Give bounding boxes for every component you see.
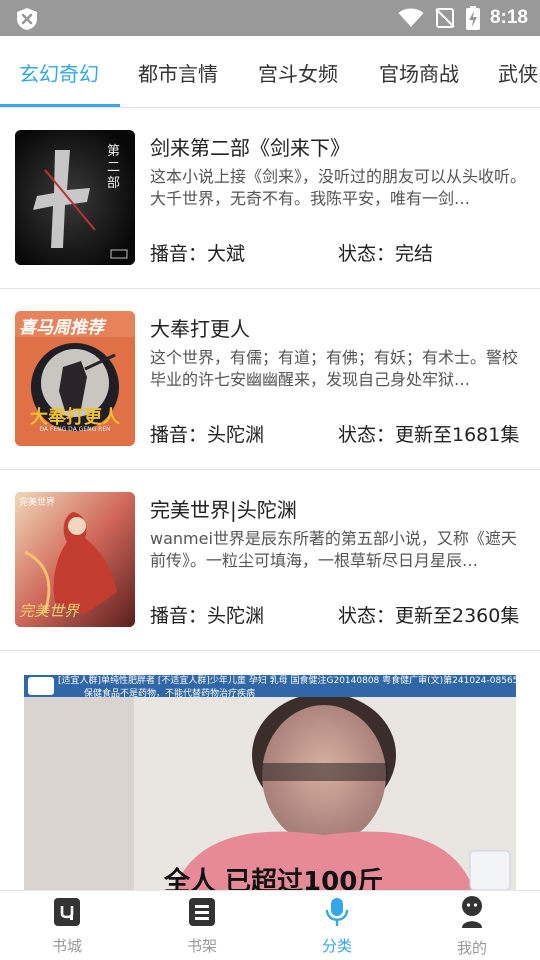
book-title: 大奉打更人 xyxy=(150,317,250,341)
microphone-icon xyxy=(325,898,349,926)
clock: 8:18 xyxy=(489,7,528,28)
bookstore-icon xyxy=(54,898,80,926)
ad-logo-icon xyxy=(28,677,54,695)
narrator-label: 播音：头陀渊 xyxy=(150,424,265,446)
nav-label: 分类 xyxy=(321,937,352,955)
book-item[interactable]: 第二部 剑来 剑来第二部《剑来下》 这本小说上接《剑来》，没听过的朋友可以从头收… xyxy=(0,108,540,289)
nav-profile[interactable]: 我的 xyxy=(412,891,532,960)
nav-label: 书架 xyxy=(186,937,217,955)
tab-xuanhuan[interactable]: 玄幻奇幻 xyxy=(19,58,99,87)
book-item[interactable]: 完美世界 完美世界 完美世界|头陀渊 wanmei世界是辰东所著的第五部小说，又… xyxy=(0,470,540,651)
no-sim-icon xyxy=(435,8,455,28)
status-label: 状态：更新至2360集 xyxy=(338,605,520,627)
book-description: 这个世界，有儒；有道；有佛；有妖；有术士。警校毕业的许七安幽幽醒来，发现自己身处… xyxy=(150,348,519,389)
book-cover: 第二部 剑来 xyxy=(15,130,135,265)
shield-close-icon xyxy=(17,8,37,30)
book-title: 完美世界|头陀渊 xyxy=(150,498,297,522)
narrator-label: 播音：大斌 xyxy=(150,243,246,265)
ad-banner[interactable]: [适宜人群]单纯性肥胖者 [不适宜人群]少年儿童 孕妇 乳母 国食健注G2014… xyxy=(24,675,516,890)
narrator-label: 播音：头陀渊 xyxy=(150,605,265,627)
ad-image xyxy=(24,675,516,890)
cover-title: 完美世界 xyxy=(19,602,80,620)
tab-gongdou[interactable]: 宫斗女频 xyxy=(258,58,338,87)
profile-icon xyxy=(462,896,482,928)
book-description: wanmei世界是辰东所著的第五部小说，又称《遮天前传》。一粒尘可填海，一根草斩… xyxy=(150,529,517,570)
category-tabs: 玄幻奇幻 都市言情 宫斗女频 官场商战 武侠 xyxy=(0,36,540,108)
battery-charging-icon xyxy=(465,6,480,30)
tab-wuxia[interactable]: 武侠 xyxy=(498,58,538,87)
book-cover: 完美世界 完美世界 xyxy=(15,492,135,627)
status-bar: 8:18 xyxy=(0,0,540,36)
wifi-icon xyxy=(398,8,424,27)
status-label: 状态：更新至1681集 xyxy=(338,424,520,446)
nav-category[interactable]: 分类 xyxy=(277,891,397,960)
nav-bookstore[interactable]: 书城 xyxy=(7,891,127,960)
status-label: 状态：完结 xyxy=(338,243,434,265)
book-item[interactable]: 喜马周推荐 大奉打更人 DA FENG DA GENG REN 大奉打更人 这个… xyxy=(0,289,540,470)
cover-logo-text: 完美世界 xyxy=(19,498,56,508)
tab-guanchang[interactable]: 官场商战 xyxy=(379,58,459,87)
bookshelf-icon xyxy=(189,898,215,926)
nav-label: 书城 xyxy=(51,937,82,955)
nav-bookshelf[interactable]: 书架 xyxy=(142,891,262,960)
book-description: 这本小说上接《剑来》，没听过的朋友可以从头收听。大千世界，无奇不有。我陈平安，唯… xyxy=(150,167,527,208)
ad-warning: 保健食品不是药物，不能代替药物治疗疾病 xyxy=(84,689,256,699)
cover-title: 剑来 xyxy=(49,180,51,181)
cover-banner: 喜马周推荐 xyxy=(19,318,104,338)
bottom-nav: 书城 书架 分类 我的 xyxy=(0,890,540,960)
cover-pinyin: DA FENG DA GENG REN xyxy=(39,426,111,433)
cover-subtitle: 第二部 xyxy=(107,144,121,191)
ad-caption: 全人 已超过100斤 xyxy=(164,867,384,890)
book-title: 剑来第二部《剑来下》 xyxy=(150,136,350,160)
nav-label: 我的 xyxy=(456,939,487,957)
tab-dushi[interactable]: 都市言情 xyxy=(138,58,218,87)
book-cover: 喜马周推荐 大奉打更人 DA FENG DA GENG REN xyxy=(15,311,135,446)
